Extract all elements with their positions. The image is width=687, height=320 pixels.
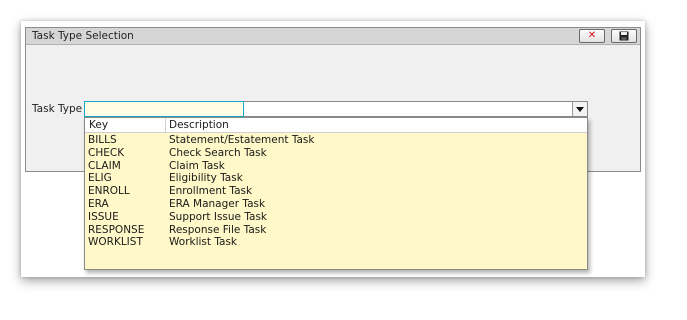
- list-item[interactable]: ERA ERA Manager Task: [85, 198, 587, 211]
- dropdown-header: Key Description: [85, 118, 587, 133]
- list-item[interactable]: ELIG Eligibility Task: [85, 172, 587, 185]
- dropdown-rows: BILLS Statement/Estatement Task CHECK Ch…: [85, 134, 587, 249]
- list-item[interactable]: CLAIM Claim Task: [85, 160, 587, 173]
- row-key: ELIG: [88, 172, 112, 185]
- column-divider: [165, 118, 166, 132]
- task-type-label: Task Type: [32, 103, 83, 115]
- row-key: RESPONSE: [88, 223, 145, 236]
- window-frame: Task Type Selection ✕ Task Type Key Desc…: [21, 21, 645, 277]
- task-type-input[interactable]: [84, 101, 244, 117]
- list-item[interactable]: WORKLIST Worklist Task: [85, 236, 587, 249]
- list-item[interactable]: CHECK Check Search Task: [85, 147, 587, 160]
- list-item[interactable]: RESPONSE Response File Task: [85, 224, 587, 237]
- row-key: CLAIM: [88, 159, 121, 172]
- save-icon: [619, 31, 629, 41]
- dialog-titlebar: Task Type Selection ✕: [26, 28, 640, 45]
- row-key: CHECK: [88, 146, 125, 159]
- list-item[interactable]: BILLS Statement/Estatement Task: [85, 134, 587, 147]
- task-type-combobox[interactable]: [84, 101, 588, 117]
- list-item[interactable]: ISSUE Support Issue Task: [85, 211, 587, 224]
- row-description: Support Issue Task: [169, 210, 267, 223]
- row-key: BILLS: [88, 134, 117, 146]
- column-header-description[interactable]: Description: [169, 119, 229, 131]
- task-type-dropdown-list[interactable]: Key Description BILLS Statement/Estateme…: [84, 117, 588, 270]
- row-description: Eligibility Task: [169, 172, 243, 185]
- dropdown-arrow-button[interactable]: [572, 102, 587, 116]
- row-description: ERA Manager Task: [169, 197, 266, 210]
- dialog-title: Task Type Selection: [32, 30, 134, 42]
- row-key: ERA: [88, 197, 109, 210]
- close-button[interactable]: ✕: [579, 29, 605, 43]
- row-description: Worklist Task: [169, 236, 238, 249]
- row-key: ENROLL: [88, 185, 130, 198]
- column-header-key[interactable]: Key: [89, 119, 108, 131]
- chevron-down-icon: [576, 106, 584, 112]
- row-key: ISSUE: [88, 210, 119, 223]
- row-description: Response File Task: [169, 223, 267, 236]
- save-button[interactable]: [611, 29, 637, 43]
- row-description: Claim Task: [169, 159, 225, 172]
- row-description: Enrollment Task: [169, 185, 253, 198]
- close-icon: ✕: [587, 30, 597, 41]
- row-description: Check Search Task: [169, 146, 267, 159]
- row-description: Statement/Estatement Task: [169, 134, 315, 146]
- list-item[interactable]: ENROLL Enrollment Task: [85, 185, 587, 198]
- row-key: WORKLIST: [88, 236, 143, 249]
